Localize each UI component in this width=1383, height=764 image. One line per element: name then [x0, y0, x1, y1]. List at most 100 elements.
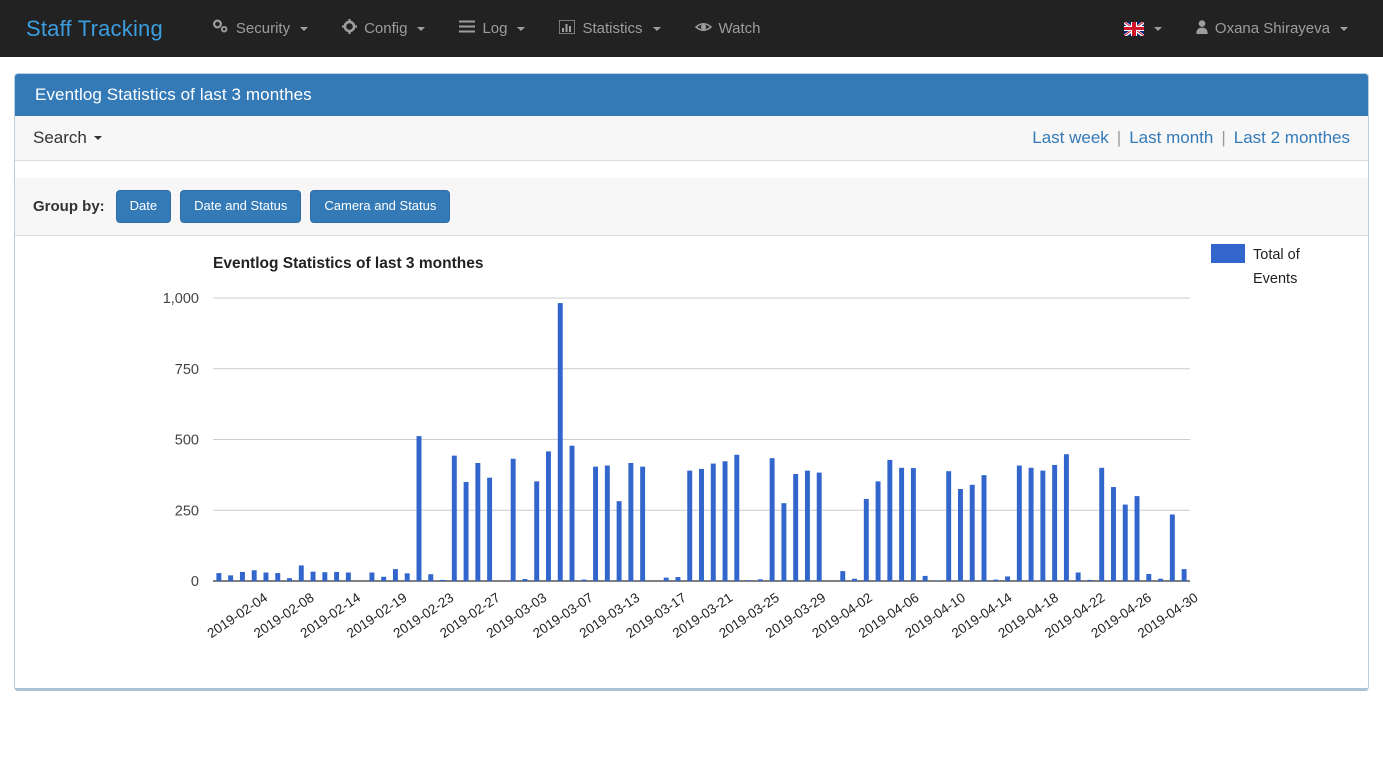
language-selector[interactable] — [1107, 0, 1179, 57]
eye-icon — [694, 20, 712, 37]
statistics-panel: Eventlog Statistics of last 3 monthes Se… — [14, 73, 1369, 691]
chart-bar — [1063, 454, 1069, 581]
chevron-down-icon — [1153, 26, 1162, 31]
chart-bar — [428, 574, 434, 581]
chart-bar — [969, 484, 975, 581]
brand-logo[interactable]: Staff Tracking — [26, 16, 163, 42]
nav-item-watch[interactable]: Watch — [678, 0, 778, 57]
chart-bar — [1028, 467, 1034, 581]
chart-bar — [1111, 486, 1116, 581]
chart-bar — [381, 576, 387, 581]
y-axis-tick-label: 0 — [191, 574, 199, 590]
uk-flag-icon — [1123, 21, 1144, 36]
link-separator-2: | — [1221, 128, 1226, 147]
chart-bar — [451, 455, 457, 581]
bar-chart-icon — [558, 18, 577, 38]
chart-bar — [416, 435, 422, 581]
chart-bar — [852, 578, 857, 581]
chart-bar — [793, 473, 799, 581]
chart-bar — [899, 467, 905, 581]
chart-bar — [722, 461, 728, 581]
chart-bar — [228, 575, 234, 581]
chart-bar — [251, 570, 257, 581]
chart-bar — [993, 579, 999, 581]
chart-bar — [616, 501, 622, 581]
chevron-down-icon — [652, 26, 661, 31]
chevron-down-icon — [93, 136, 102, 140]
link-last-week[interactable]: Last week — [1032, 128, 1109, 148]
chart-bar — [840, 570, 846, 581]
group-by-camera-status-button[interactable]: Camera and Status — [310, 190, 451, 223]
chart-title: Eventlog Statistics of last 3 monthes — [213, 255, 483, 272]
chart-bar — [569, 445, 575, 581]
gear-icon — [342, 19, 358, 38]
chart-bar — [1146, 573, 1152, 581]
chart-bar — [275, 572, 281, 581]
user-menu[interactable]: Oxana Shirayeva — [1179, 0, 1365, 57]
link-last-2-monthes[interactable]: Last 2 monthes — [1234, 128, 1350, 148]
chart-bar — [463, 481, 469, 581]
group-by-bar: Group by: Date Date and Status Camera an… — [15, 177, 1368, 236]
chart-bar — [734, 454, 740, 581]
chart-bar — [557, 302, 563, 581]
chart-bar — [522, 578, 528, 581]
chart-bar — [1134, 495, 1140, 581]
chart-bar — [581, 579, 587, 581]
chart-bar — [769, 458, 775, 581]
chart-bar — [875, 481, 881, 581]
chevron-down-icon — [300, 26, 309, 31]
chart-bar — [1052, 464, 1058, 581]
chart-bar — [781, 503, 787, 581]
page-container: Eventlog Statistics of last 3 monthes Se… — [0, 57, 1383, 691]
chart-bar — [757, 579, 763, 581]
link-separator-1: | — [1116, 128, 1122, 147]
chevron-down-icon — [517, 26, 526, 31]
group-by-date-button[interactable]: Date — [115, 190, 172, 223]
chart-bar — [487, 477, 493, 581]
cogs-icon — [212, 19, 229, 38]
chart-bar — [946, 471, 952, 581]
chart-bar — [1099, 467, 1105, 581]
chevron-down-icon — [1340, 26, 1348, 31]
chart-bar — [440, 579, 445, 581]
nav-item-security[interactable]: Security — [195, 0, 325, 57]
chart-bar — [392, 569, 398, 581]
nav-label-security: Security — [235, 20, 291, 37]
nav-item-config[interactable]: Config — [325, 0, 442, 57]
chart-bar — [1158, 578, 1164, 581]
nav-item-log[interactable]: Log — [442, 0, 542, 57]
nav-label-config: Config — [364, 20, 408, 37]
legend-label: Total of — [1253, 247, 1301, 263]
y-axis-tick-label: 1,000 — [163, 291, 199, 307]
chart-bar — [310, 571, 316, 581]
chart-bar — [1005, 576, 1011, 581]
chart-bar — [298, 565, 304, 581]
chart-bar — [334, 571, 340, 581]
search-toolbar: Search Last week | Last month | Last 2 m… — [15, 116, 1368, 161]
chart-bar — [675, 576, 681, 581]
nav-item-statistics[interactable]: Statistics — [542, 0, 677, 57]
search-dropdown[interactable]: Search — [33, 128, 102, 148]
eventlog-bar-chart[interactable]: Eventlog Statistics of last 3 monthes 0 25… — [15, 236, 1368, 686]
chart-bar — [981, 475, 987, 581]
chart-bar — [287, 578, 292, 581]
top-navbar: Staff Tracking Security Config Log Stati… — [0, 0, 1383, 57]
chart-bar — [510, 458, 516, 581]
y-axis-tick-label: 250 — [175, 503, 199, 519]
nav-label-watch: Watch — [718, 20, 761, 37]
chart-bar — [1016, 465, 1022, 581]
group-by-date-status-button[interactable]: Date and Status — [180, 190, 302, 223]
chart-container: Eventlog Statistics of last 3 monthes 0 25… — [15, 235, 1368, 688]
chart-bar — [475, 462, 481, 581]
chart-bar — [746, 580, 752, 581]
chart-bar — [534, 481, 540, 581]
chart-bar — [640, 466, 646, 581]
chart-bar — [887, 459, 893, 581]
group-by-label: Group by: — [33, 197, 105, 215]
user-icon — [1196, 19, 1208, 38]
chart-bar — [922, 575, 928, 581]
main-nav: Security Config Log Statistics Watch — [195, 0, 778, 57]
y-axis-tick-label: 750 — [175, 362, 199, 378]
user-name: Oxana Shirayeva — [1214, 20, 1330, 37]
link-last-month[interactable]: Last month — [1129, 128, 1213, 148]
